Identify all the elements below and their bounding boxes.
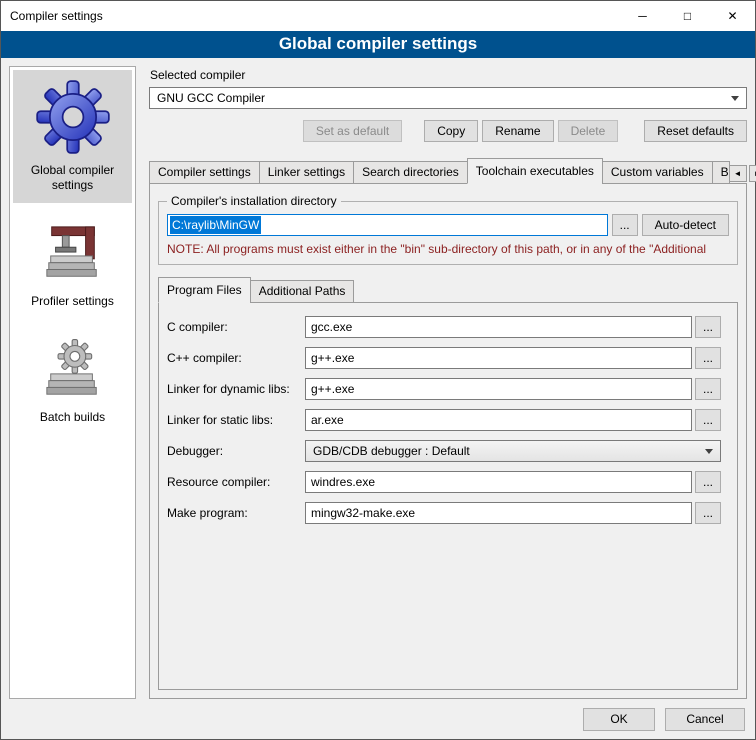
- tab-toolchain-executables[interactable]: Toolchain executables: [467, 158, 603, 184]
- settings-category-list: Global compiler settings Profiler settin…: [9, 66, 136, 699]
- tab-build-options[interactable]: Buil: [712, 161, 730, 184]
- installation-directory-group: Compiler's installation directory C:\ray…: [158, 194, 738, 265]
- static-linker-row: Linker for static libs: ...: [167, 409, 721, 431]
- sidebar-item-label: Global compiler settings: [16, 163, 129, 193]
- cpp-compiler-label: C++ compiler:: [167, 351, 305, 365]
- resource-compiler-browse-button[interactable]: ...: [695, 471, 721, 493]
- copy-button[interactable]: Copy: [424, 120, 478, 142]
- tab-linker-settings[interactable]: Linker settings: [259, 161, 354, 184]
- sidebar-item-label: Profiler settings: [31, 294, 114, 309]
- resource-compiler-label: Resource compiler:: [167, 475, 305, 489]
- installation-directory-row: C:\raylib\MinGW ... Auto-detect: [167, 214, 729, 236]
- dynamic-linker-input[interactable]: [305, 378, 692, 400]
- dynamic-linker-browse-button[interactable]: ...: [695, 378, 721, 400]
- tab-search-directories[interactable]: Search directories: [353, 161, 468, 184]
- ok-button[interactable]: OK: [583, 708, 655, 731]
- set-as-default-button[interactable]: Set as default: [303, 120, 402, 142]
- window-controls: ─ □ ✕: [620, 1, 755, 31]
- make-program-browse-button[interactable]: ...: [695, 502, 721, 524]
- c-compiler-input[interactable]: [305, 316, 692, 338]
- static-linker-browse-button[interactable]: ...: [695, 409, 721, 431]
- sidebar-item-global-compiler-settings[interactable]: Global compiler settings: [13, 70, 132, 203]
- c-compiler-label: C compiler:: [167, 320, 305, 334]
- clamp-press-icon: [42, 223, 104, 285]
- cpp-compiler-browse-button[interactable]: ...: [695, 347, 721, 369]
- window-title: Compiler settings: [1, 9, 103, 23]
- installation-directory-group-title: Compiler's installation directory: [167, 194, 341, 208]
- installation-directory-value: C:\raylib\MinGW: [170, 216, 261, 234]
- rename-button[interactable]: Rename: [482, 120, 553, 142]
- program-files-panel: C compiler: ... C++ compiler: ... Linker…: [158, 302, 738, 690]
- debugger-row: Debugger: GDB/CDB debugger : Default: [167, 440, 721, 462]
- compiler-settings-window: Compiler settings ─ □ ✕ Global compiler …: [0, 0, 756, 740]
- make-program-input[interactable]: [305, 502, 692, 524]
- sidebar-item-batch-builds[interactable]: Batch builds: [13, 329, 132, 435]
- installation-directory-input[interactable]: C:\raylib\MinGW: [167, 214, 608, 236]
- sidebar-item-label: Batch builds: [40, 410, 105, 425]
- tab-program-files[interactable]: Program Files: [158, 277, 251, 303]
- tab-scroll-right-button[interactable]: ►: [749, 165, 756, 182]
- static-linker-input[interactable]: [305, 409, 692, 431]
- dialog-content: Global compiler settings Profiler settin…: [1, 58, 755, 699]
- debugger-select-value: GDB/CDB debugger : Default: [313, 444, 470, 458]
- main-panel: Selected compiler GNU GCC Compiler Set a…: [149, 66, 747, 699]
- dialog-footer: OK Cancel: [1, 699, 755, 739]
- maximize-button[interactable]: □: [665, 1, 710, 31]
- auto-detect-button[interactable]: Auto-detect: [642, 214, 729, 236]
- cancel-button[interactable]: Cancel: [665, 708, 745, 731]
- resource-compiler-input[interactable]: [305, 471, 692, 493]
- c-compiler-browse-button[interactable]: ...: [695, 316, 721, 338]
- debugger-select[interactable]: GDB/CDB debugger : Default: [305, 440, 721, 462]
- minimize-button[interactable]: ─: [620, 1, 665, 31]
- gear-gray-icon: [42, 339, 104, 401]
- gear-blue-icon: [36, 80, 110, 154]
- tab-additional-paths[interactable]: Additional Paths: [250, 280, 355, 303]
- sidebar-item-profiler-settings[interactable]: Profiler settings: [13, 213, 132, 319]
- cpp-compiler-input[interactable]: [305, 347, 692, 369]
- titlebar: Compiler settings ─ □ ✕: [1, 1, 755, 31]
- tab-custom-variables[interactable]: Custom variables: [602, 161, 713, 184]
- static-linker-label: Linker for static libs:: [167, 413, 305, 427]
- make-program-row: Make program: ...: [167, 502, 721, 524]
- resource-compiler-row: Resource compiler: ...: [167, 471, 721, 493]
- selected-compiler-label: Selected compiler: [150, 68, 747, 82]
- page-title: Global compiler settings: [1, 31, 755, 58]
- delete-button[interactable]: Delete: [558, 120, 619, 142]
- program-files-tabs: Program Files Additional Paths: [158, 277, 738, 303]
- tab-compiler-settings[interactable]: Compiler settings: [149, 161, 260, 184]
- dynamic-linker-label: Linker for dynamic libs:: [167, 382, 305, 396]
- tab-scroll-controls: ◄ ►: [729, 165, 756, 184]
- installation-directory-browse-button[interactable]: ...: [612, 214, 638, 236]
- c-compiler-row: C compiler: ...: [167, 316, 721, 338]
- chevron-down-icon: [705, 449, 713, 454]
- compiler-select-value: GNU GCC Compiler: [157, 91, 265, 105]
- compiler-select[interactable]: GNU GCC Compiler: [149, 87, 747, 109]
- bin-subdirectory-note: NOTE: All programs must exist either in …: [167, 242, 729, 256]
- toolchain-executables-panel: Compiler's installation directory C:\ray…: [149, 183, 747, 699]
- make-program-label: Make program:: [167, 506, 305, 520]
- compiler-tabs: Compiler settings Linker settings Search…: [149, 158, 747, 184]
- dynamic-linker-row: Linker for dynamic libs: ...: [167, 378, 721, 400]
- debugger-label: Debugger:: [167, 444, 305, 458]
- chevron-down-icon: [731, 96, 739, 101]
- reset-defaults-button[interactable]: Reset defaults: [644, 120, 747, 142]
- compiler-actions: Set as default Copy Rename Delete Reset …: [149, 120, 747, 142]
- cpp-compiler-row: C++ compiler: ...: [167, 347, 721, 369]
- close-button[interactable]: ✕: [710, 1, 755, 31]
- tab-scroll-left-button[interactable]: ◄: [729, 165, 747, 182]
